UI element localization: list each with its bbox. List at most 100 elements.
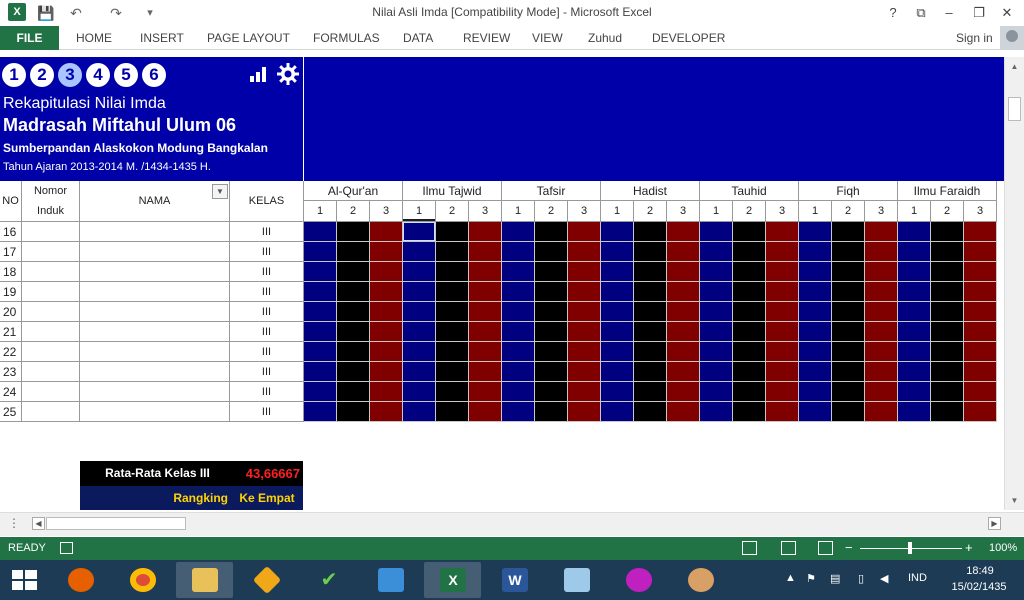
bar-chart-icon[interactable] [249,66,269,82]
score-cell[interactable] [865,342,898,362]
nama-cell[interactable] [80,382,230,402]
score-cell[interactable] [931,222,964,242]
score-cell[interactable] [832,382,865,402]
score-cell[interactable] [304,282,337,302]
score-cell[interactable] [535,242,568,262]
page-nav-3[interactable]: 3 [58,63,82,87]
score-cell[interactable] [733,362,766,382]
nomor-induk-cell[interactable] [22,302,80,322]
score-cell[interactable] [304,342,337,362]
score-cell[interactable] [898,362,931,382]
score-cell[interactable] [370,222,403,242]
score-cell[interactable] [469,282,502,302]
subject-subcolumn-header[interactable]: 1 [304,201,337,222]
nomor-induk-cell[interactable] [22,262,80,282]
score-cell[interactable] [337,262,370,282]
nomor-induk-cell[interactable] [22,282,80,302]
score-cell[interactable] [799,402,832,422]
score-cell[interactable] [964,322,997,342]
kelas-cell[interactable]: III [230,322,304,342]
score-cell[interactable] [832,222,865,242]
score-cell[interactable] [799,302,832,322]
score-cell[interactable] [700,322,733,342]
subject-subcolumn-header[interactable]: 1 [898,201,931,222]
score-cell[interactable] [667,262,700,282]
score-cell[interactable] [865,282,898,302]
score-cell[interactable] [766,342,799,362]
clock-time[interactable]: 18:49 [950,565,1010,577]
score-cell[interactable] [766,282,799,302]
score-cell[interactable] [601,342,634,362]
row-number[interactable]: 25 [0,402,22,422]
score-cell[interactable] [799,382,832,402]
score-cell[interactable] [634,362,667,382]
score-cell[interactable] [337,382,370,402]
score-cell[interactable] [799,262,832,282]
score-cell[interactable] [865,402,898,422]
tab-page-layout[interactable]: PAGE LAYOUT [207,26,290,50]
nomor-induk-cell[interactable] [22,242,80,262]
score-cell[interactable] [601,282,634,302]
subject-subcolumn-header[interactable]: 1 [502,201,535,222]
score-cell[interactable] [733,242,766,262]
filter-dropdown-icon[interactable]: ▼ [212,184,228,199]
score-cell[interactable] [601,362,634,382]
score-cell[interactable] [733,402,766,422]
vertical-scroll-thumb[interactable] [1008,97,1021,121]
score-cell[interactable] [964,362,997,382]
score-cell[interactable] [502,222,535,242]
row-number[interactable]: 19 [0,282,22,302]
score-cell[interactable] [766,222,799,242]
score-cell[interactable] [898,222,931,242]
subject-header[interactable]: Al-Qur'an [304,181,403,201]
gear-icon[interactable] [276,62,300,86]
score-cell[interactable] [601,382,634,402]
score-cell[interactable] [634,302,667,322]
minimize-button[interactable]: – [936,2,962,24]
score-cell[interactable] [370,282,403,302]
score-cell[interactable] [799,342,832,362]
tab-developer[interactable]: DEVELOPER [652,26,725,50]
winamp-icon[interactable] [238,562,295,598]
header-nomor-induk[interactable]: Nomor Induk [22,181,80,222]
row-number[interactable]: 16 [0,222,22,242]
language-indicator[interactable]: IND [908,572,927,584]
page-layout-view-icon[interactable] [781,541,796,555]
score-cell[interactable] [766,302,799,322]
score-cell[interactable] [799,322,832,342]
score-cell[interactable] [568,242,601,262]
subject-subcolumn-header[interactable]: 3 [766,201,799,222]
score-cell[interactable] [535,302,568,322]
score-cell[interactable] [931,242,964,262]
chrome-icon[interactable] [114,562,171,598]
score-cell[interactable] [304,382,337,402]
battery-icon[interactable]: ▯ [858,572,864,585]
checkmark-app-icon[interactable]: ✔ [300,562,357,598]
score-cell[interactable] [667,402,700,422]
score-cell[interactable] [370,262,403,282]
score-cell[interactable] [469,362,502,382]
score-cell[interactable] [700,342,733,362]
score-cell[interactable] [634,342,667,362]
score-cell[interactable] [403,342,436,362]
score-cell[interactable] [766,382,799,402]
page-nav-1[interactable]: 1 [2,63,26,87]
score-cell[interactable] [502,302,535,322]
nomor-induk-cell[interactable] [22,342,80,362]
nomor-induk-cell[interactable] [22,362,80,382]
score-cell[interactable] [700,302,733,322]
score-cell[interactable] [601,302,634,322]
score-cell[interactable] [865,382,898,402]
maximize-button[interactable]: ❐ [966,2,992,24]
score-cell[interactable] [601,322,634,342]
subject-header[interactable]: Ilmu Faraidh [898,181,997,201]
nomor-induk-cell[interactable] [22,322,80,342]
score-cell[interactable] [799,242,832,262]
score-cell[interactable] [502,282,535,302]
score-cell[interactable] [634,402,667,422]
score-cell[interactable] [733,382,766,402]
score-cell[interactable] [337,362,370,382]
score-cell[interactable] [931,302,964,322]
normal-view-icon[interactable] [742,541,757,555]
close-button[interactable]: ✕ [994,2,1020,24]
